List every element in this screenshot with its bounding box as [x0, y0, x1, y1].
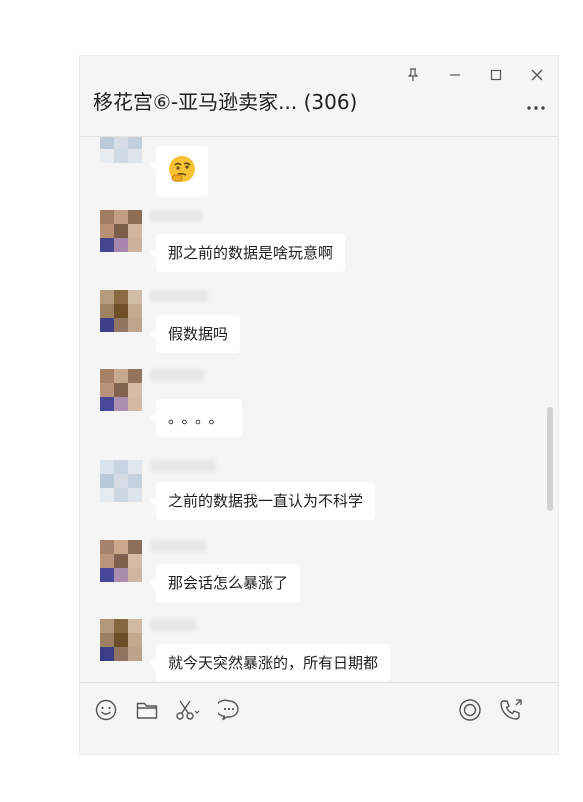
thinking-face-icon — [166, 153, 198, 185]
avatar[interactable] — [100, 540, 142, 582]
folder-icon[interactable] — [134, 697, 160, 723]
message-bubble[interactable]: 那会话怎么暴涨了 — [149, 564, 301, 602]
call-icon[interactable] — [499, 697, 525, 723]
avatar[interactable] — [100, 137, 142, 163]
more-icon[interactable] — [524, 96, 548, 120]
message-bubble[interactable]: 就今天突然暴涨的，所有日期都 — [149, 644, 391, 681]
live-icon[interactable] — [457, 697, 483, 723]
sender-name — [150, 540, 206, 552]
input-toolbar — [80, 682, 558, 739]
avatar[interactable] — [100, 290, 142, 332]
sender-name — [150, 619, 196, 631]
sender-name — [150, 369, 204, 381]
scrollbar[interactable] — [547, 407, 553, 511]
avatar[interactable] — [100, 369, 142, 411]
minimize-icon[interactable] — [444, 64, 466, 86]
sender-name — [150, 290, 208, 302]
message-bubble[interactable]: 。。。。 — [150, 399, 242, 437]
message-bubble[interactable]: 假数据吗 — [149, 315, 241, 353]
chat-title: 移花宫⑥-亚马逊卖家... (306) — [93, 90, 358, 114]
close-icon[interactable] — [526, 64, 548, 86]
avatar[interactable] — [100, 210, 142, 252]
pin-icon[interactable] — [402, 64, 424, 86]
scissors-icon[interactable] — [175, 697, 201, 723]
emoji-icon[interactable] — [93, 697, 119, 723]
sender-name — [150, 210, 202, 222]
message-bubble[interactable]: 之前的数据我一直认为不科学 — [149, 482, 376, 520]
title-bar: 移花宫⑥-亚马逊卖家... (306) — [80, 56, 558, 137]
avatar[interactable] — [100, 619, 142, 661]
chat-window: 移花宫⑥-亚马逊卖家... (306) 那之前的数据是啥玩意啊 假数据吗 。。。… — [80, 56, 558, 754]
chat-history-icon[interactable] — [216, 697, 242, 723]
message-bubble[interactable] — [150, 146, 208, 197]
message-bubble[interactable]: 那之前的数据是啥玩意啊 — [149, 234, 346, 272]
message-list[interactable]: 那之前的数据是啥玩意啊 假数据吗 。。。。 之前的数据我一直认为不科学 那会话怎… — [80, 137, 558, 681]
avatar[interactable] — [100, 460, 142, 502]
sender-name — [150, 460, 216, 472]
maximize-icon[interactable] — [485, 64, 507, 86]
